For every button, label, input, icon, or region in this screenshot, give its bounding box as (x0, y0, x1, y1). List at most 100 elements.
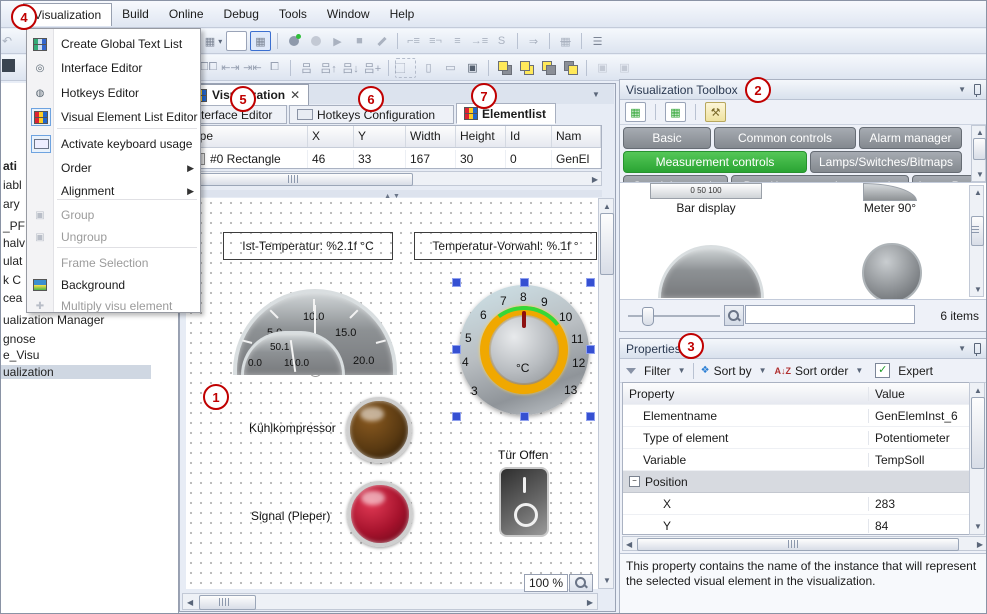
menu-window[interactable]: Window (317, 3, 380, 25)
tree-item-fragment[interactable]: iabl (3, 178, 22, 192)
tree-item-fragment[interactable]: ulat (3, 254, 22, 268)
canvas-hscrollbar[interactable]: ◀ ▶ (182, 593, 598, 610)
canvas-vscrollbar[interactable]: ▲ ▼ (598, 198, 614, 589)
property-value[interactable]: GenElemInst_6 (868, 409, 970, 423)
sort-order-button[interactable]: Sort order (795, 364, 848, 378)
property-row-variable[interactable]: Variable TempSoll (623, 449, 970, 471)
panel-menu-icon[interactable]: ▼ (958, 344, 966, 353)
items-scrollbar[interactable]: ▲ ▼ (969, 185, 984, 297)
col-name[interactable]: Nam (552, 126, 601, 147)
col-value[interactable]: Value (868, 387, 970, 401)
sort-by-button[interactable]: Sort by (714, 364, 752, 378)
properties-vscrollbar[interactable]: ▲ ▼ (969, 382, 985, 535)
panel-menu-icon[interactable]: ▼ (958, 85, 966, 94)
text-element-ist-temperatur[interactable]: Ist-Temperatur: %2.1f °C (223, 232, 393, 260)
elementlist-view-icon[interactable]: ▦ (625, 102, 646, 122)
new-visualization-icon[interactable] (226, 31, 247, 51)
scroll-up-icon[interactable]: ▲ (603, 202, 611, 211)
tree-item-fragment[interactable]: halv (3, 236, 25, 250)
menu-debug[interactable]: Debug (214, 3, 269, 25)
selection-handle[interactable] (452, 278, 461, 287)
flow-control-icon[interactable]: ☰ (588, 32, 607, 50)
tree-item-visualization-selected[interactable]: ualization (1, 365, 151, 379)
textlist-icon[interactable]: ▦ (250, 31, 271, 51)
col-x[interactable]: X (308, 126, 354, 147)
scroll-down-icon[interactable]: ▼ (603, 576, 611, 585)
properties-hscrollbar[interactable]: ◀ ▶ (622, 536, 987, 551)
menu-item-background[interactable]: Background (27, 274, 200, 296)
customize-toolbox-icon[interactable]: ⚒ (705, 102, 726, 122)
property-value[interactable]: 283 (868, 497, 970, 511)
property-value[interactable]: 84 (868, 519, 970, 533)
meter-90-icon[interactable] (863, 183, 917, 201)
col-type[interactable]: Type (183, 126, 308, 147)
tree-item-fragment[interactable]: ati (3, 159, 17, 173)
tab-elementlist[interactable]: Elementlist (456, 103, 556, 124)
pin-icon[interactable] (974, 84, 981, 95)
canvas-zoom-value[interactable]: 100 % (524, 574, 568, 592)
meter-360-icon[interactable] (862, 243, 922, 300)
center-canvas-icon[interactable]: ▣ (463, 59, 482, 77)
compact-view-icon[interactable]: ▦ (665, 102, 686, 122)
bring-forward-icon[interactable] (517, 59, 536, 77)
selection-handle[interactable] (452, 345, 461, 354)
expert-checkbox[interactable]: ✓ (875, 363, 890, 378)
close-tab-icon[interactable]: ✕ (290, 88, 300, 102)
col-width[interactable]: Width (406, 126, 456, 147)
filter-button[interactable]: Filter (644, 364, 671, 378)
category-lamps-switches-bitmaps[interactable]: Lamps/Switches/Bitmaps (810, 151, 962, 173)
col-y[interactable]: Y (354, 126, 406, 147)
toolbox-search-input[interactable] (745, 305, 915, 324)
col-id[interactable]: Id (506, 126, 552, 147)
menu-item-activate-keyboard-usage[interactable]: Activate keyboard usage (27, 133, 200, 155)
menu-item-hotkeys-editor[interactable]: ◍Hotkeys Editor (27, 82, 200, 104)
tree-item-fragment[interactable]: ary (3, 197, 20, 211)
menu-item-order[interactable]: Order▶ (27, 157, 200, 179)
categories-scrollbar[interactable]: ▲ ▼ (971, 125, 986, 182)
selection-handle[interactable] (520, 278, 529, 287)
selection-handle[interactable] (586, 278, 595, 287)
lamp-signal-pieper[interactable] (347, 481, 413, 547)
size-slider-thumb[interactable] (642, 307, 654, 326)
bring-to-front-icon[interactable] (495, 59, 514, 77)
tree-item-fragment[interactable]: _PF (3, 219, 25, 233)
col-height[interactable]: Height (456, 126, 506, 147)
property-row-y[interactable]: Y 84 (623, 515, 970, 535)
category-alarm-manager[interactable]: Alarm manager (859, 127, 962, 149)
menu-help[interactable]: Help (380, 3, 425, 25)
menu-item-interface-editor[interactable]: ◎Interface Editor (27, 57, 200, 79)
search-button[interactable] (724, 305, 744, 326)
properties-title-bar[interactable]: Properties ▼ (620, 339, 987, 359)
selection-handle[interactable] (452, 412, 461, 421)
menu-build[interactable]: Build (112, 3, 159, 25)
scroll-right-icon[interactable]: ▶ (592, 175, 598, 184)
property-row-elementname[interactable]: Elementname GenElemInst_6 (623, 405, 970, 427)
category-measurement-controls[interactable]: Measurement controls (623, 151, 807, 173)
collapse-icon[interactable]: − (629, 476, 640, 487)
item-bar-display[interactable]: Bar display (648, 201, 764, 215)
selection-handle[interactable] (586, 412, 595, 421)
menu-item-visual-element-list-editor[interactable]: Visual Element List Editor (27, 106, 200, 128)
tree-item-fragment[interactable]: k C (3, 273, 21, 287)
send-backward-icon[interactable] (539, 59, 558, 77)
splitter-handle[interactable]: ▲ ▼ (182, 190, 602, 197)
menu-item-create-global-text-list[interactable]: Create Global Text List (27, 33, 200, 55)
menu-online[interactable]: Online (159, 3, 214, 25)
selection-handle[interactable] (586, 345, 595, 354)
zoom-tool-button[interactable] (569, 574, 593, 592)
text-element-temperatur-vorwahl[interactable]: Temperatur-Vorwahl: %.1f ° (414, 232, 597, 260)
login-icon[interactable] (284, 32, 303, 50)
category-special-controls[interactable]: Special controls (623, 175, 728, 182)
selection-handle[interactable] (520, 412, 529, 421)
scroll-right-icon[interactable]: ▶ (587, 598, 593, 607)
power-switch-tuer-offen[interactable] (499, 467, 549, 537)
grid-settings-icon[interactable]: ▦▾ (204, 32, 223, 50)
tree-item-visu[interactable]: e_Visu (1, 348, 39, 362)
meter-180-icon[interactable] (658, 245, 764, 298)
property-row-x[interactable]: X 283 (623, 493, 970, 515)
property-row-type[interactable]: Type of element Potentiometer (623, 427, 970, 449)
pin-icon[interactable] (974, 343, 981, 354)
property-value[interactable]: TempSoll (868, 453, 970, 467)
category-common-controls[interactable]: Common controls (714, 127, 856, 149)
scroll-left-icon[interactable]: ◀ (187, 598, 193, 607)
